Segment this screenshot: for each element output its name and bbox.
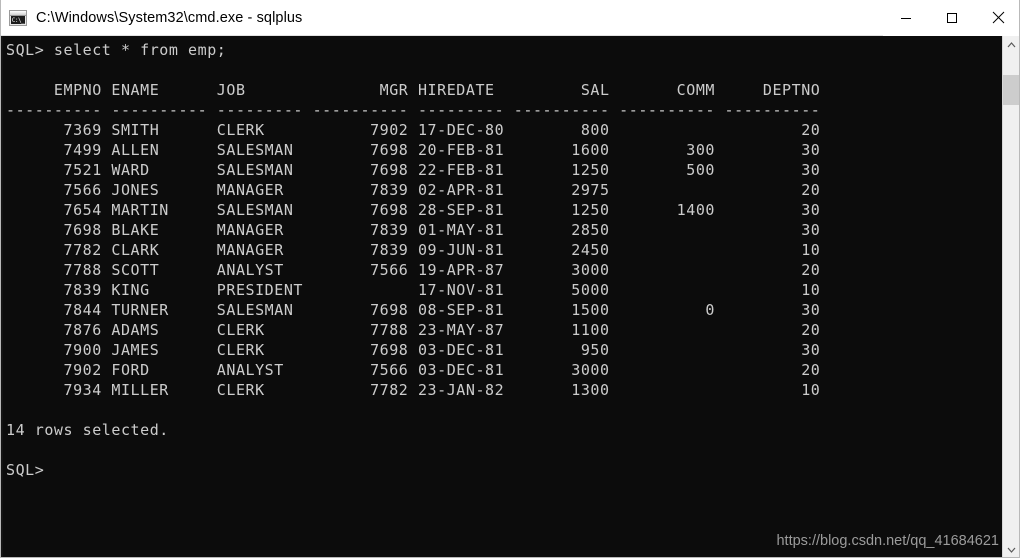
sqlplus-output: SQL> select * from emp; EMPNO ENAME JOB … xyxy=(6,41,821,479)
close-button[interactable] xyxy=(975,0,1019,36)
title-bar[interactable]: C:\_ C:\Windows\System32\cmd.exe - sqlpl… xyxy=(1,0,1019,36)
scroll-up-button[interactable] xyxy=(1003,36,1019,53)
window-title: C:\Windows\System32\cmd.exe - sqlplus xyxy=(36,9,303,26)
cmd-icon-glyph: C:\_ xyxy=(11,15,25,24)
window-controls xyxy=(883,0,1019,36)
chevron-up-icon xyxy=(1007,41,1015,47)
cmd-window: C:\_ C:\Windows\System32\cmd.exe - sqlpl… xyxy=(0,0,1020,558)
cmd-console-icon: C:\_ xyxy=(9,9,27,26)
close-icon xyxy=(992,11,1004,24)
scroll-down-button[interactable] xyxy=(1003,541,1019,557)
maximize-icon xyxy=(947,12,957,23)
minimize-button[interactable] xyxy=(883,0,929,36)
chevron-down-icon xyxy=(1007,547,1015,553)
minimize-icon xyxy=(901,17,911,19)
scrollbar-thumb[interactable] xyxy=(1003,75,1019,105)
maximize-button[interactable] xyxy=(929,0,975,36)
console-output-area[interactable]: SQL> select * from emp; EMPNO ENAME JOB … xyxy=(1,36,1004,557)
vertical-scrollbar[interactable] xyxy=(1002,36,1019,557)
